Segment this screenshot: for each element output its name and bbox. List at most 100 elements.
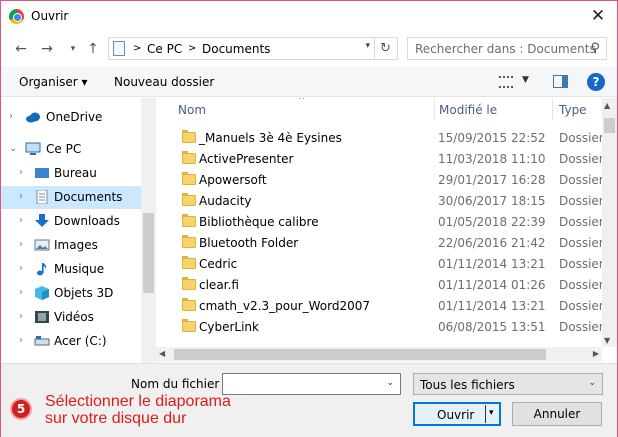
window-title: Ouvrir (31, 9, 69, 23)
file-name: clear.fi (199, 278, 239, 292)
recent-locations-chevron-icon[interactable]: ▾ (63, 39, 83, 59)
expand-chevron-icon[interactable]: › (9, 111, 13, 122)
file-name: Cedric (199, 257, 238, 271)
column-divider[interactable] (434, 98, 435, 120)
sidebar-item-objets-3d[interactable]: › Objets 3D (1, 282, 141, 305)
toolbar: Organiser ▾ Nouveau dossier ▼ ? (1, 67, 617, 97)
column-header-name[interactable]: Nom (178, 103, 206, 117)
expand-chevron-icon[interactable]: › (19, 335, 23, 346)
sidebar-item-images[interactable]: › Images (1, 234, 141, 257)
navigation-pane: › OneDrive ⌄ Ce PC › Bureau › Documents … (1, 98, 156, 363)
expand-chevron-icon[interactable]: › (19, 311, 23, 322)
sidebar-item-onedrive[interactable]: › OneDrive (1, 106, 141, 129)
sidebar-item-label: Ce PC (46, 142, 82, 156)
folder-icon (182, 193, 196, 206)
file-modified: 22/06/2016 21:42 (438, 236, 546, 250)
file-modified: 01/05/2018 22:39 (438, 215, 546, 229)
back-arrow-icon[interactable]: ← (11, 39, 31, 59)
file-list-vertical-scrollbar[interactable]: ▲ ▼ (602, 98, 617, 347)
file-row[interactable]: cmath_v2.3_pour_Word2007 01/11/2014 13:21… (176, 296, 615, 317)
file-row[interactable]: ActivePresenter 11/03/2018 11:10 Dossier d (176, 149, 615, 170)
music-icon (34, 262, 50, 276)
file-row[interactable]: Audacity 30/06/2017 18:15 Dossier d (176, 191, 615, 212)
cancel-button[interactable]: Annuler (512, 402, 602, 426)
expand-chevron-icon[interactable]: › (19, 167, 23, 178)
breadcrumb-documents[interactable]: Documents (202, 42, 270, 56)
expand-chevron-icon[interactable]: › (19, 263, 23, 274)
refresh-icon[interactable]: ↻ (374, 38, 396, 59)
file-list-horizontal-scrollbar[interactable]: ◀ ▶ (156, 347, 602, 362)
vertical-scrollbar-thumb[interactable] (604, 118, 615, 133)
address-bar[interactable]: > Ce PC > Documents ▾ ↻ (108, 37, 398, 60)
sidebar-item-label: Bureau (54, 166, 97, 180)
horizontal-scrollbar-thumb[interactable] (174, 349, 546, 360)
folder-icon (182, 130, 196, 143)
sidebar-item-label: OneDrive (46, 110, 103, 124)
file-type-filter-select[interactable]: Tous les fichiers ⌄ (413, 373, 603, 395)
open-options-chevron-icon[interactable]: ▾ (489, 408, 494, 418)
sidebar-item-bureau[interactable]: › Bureau (1, 162, 141, 185)
search-icon: ⚲ (590, 41, 600, 56)
scroll-up-arrow-icon[interactable]: ▲ (604, 101, 610, 110)
breadcrumb-ce-pc[interactable]: Ce PC (147, 42, 182, 56)
expand-chevron-icon[interactable]: › (19, 215, 23, 226)
collapse-chevron-icon[interactable]: ⌄ (9, 143, 17, 154)
sidebar-item-acer-c[interactable]: › Acer (C:) (1, 330, 141, 353)
file-name: _Manuels 3è 4è Eysines (199, 131, 342, 145)
file-row[interactable]: Cedric 01/11/2014 13:21 Dossier d (176, 254, 615, 275)
sidebar-scrollbar[interactable] (141, 98, 156, 363)
address-dropdown-chevron-icon[interactable]: ▾ (365, 41, 370, 51)
organize-menu-button[interactable]: Organiser ▾ (19, 75, 87, 89)
breadcrumb-separator: > (188, 43, 197, 54)
file-row[interactable]: Bibliothèque calibre 01/05/2018 22:39 Doss… (176, 212, 615, 233)
preview-pane-icon[interactable] (553, 75, 568, 88)
sidebar-item-documents[interactable]: › Documents (1, 186, 141, 209)
folder-icon (182, 298, 196, 311)
file-modified: 15/09/2015 22:52 (438, 131, 546, 145)
search-input[interactable]: Rechercher dans : Documents ⚲ (407, 37, 607, 60)
view-options-icon[interactable] (499, 76, 513, 88)
documents-icon (34, 189, 50, 205)
file-row[interactable]: _Manuels 3è 4è Eysines 15/09/2015 22:52 Do… (176, 128, 615, 149)
sidebar-scrollbar-thumb[interactable] (143, 213, 154, 293)
video-icon (34, 310, 50, 324)
file-name: Bibliothèque calibre (199, 215, 319, 229)
column-divider[interactable] (552, 98, 553, 120)
help-icon[interactable]: ? (587, 73, 605, 91)
file-name: Bluetooth Folder (199, 236, 299, 250)
scroll-left-arrow-icon[interactable]: ◀ (159, 349, 165, 358)
sidebar-item-label: Images (54, 238, 98, 252)
expand-chevron-icon[interactable]: › (19, 191, 23, 202)
sidebar-item-musique[interactable]: › Musique (1, 258, 141, 281)
sidebar-item-ce-pc[interactable]: ⌄ Ce PC (1, 138, 141, 161)
folder-icon (182, 151, 196, 164)
file-row[interactable]: CyberLink 06/08/2015 13:51 Dossier d (176, 317, 615, 338)
sidebar-item-label: Objets 3D (54, 286, 114, 300)
up-arrow-icon[interactable]: ↑ (83, 39, 103, 59)
filename-input[interactable]: ⌄ (222, 373, 401, 395)
file-row[interactable]: Apowersoft 29/01/2017 16:28 Dossier d (176, 170, 615, 191)
sidebar-item-videos[interactable]: › Vidéos (1, 306, 141, 329)
new-folder-button[interactable]: Nouveau dossier (114, 75, 214, 89)
expand-chevron-icon[interactable]: › (19, 287, 23, 298)
sidebar-item-label: Documents (54, 190, 123, 204)
scroll-down-arrow-icon[interactable]: ▼ (604, 336, 610, 345)
file-row[interactable]: clear.fi 01/11/2014 01:26 Dossier d (176, 275, 615, 296)
sidebar-item-label: Vidéos (54, 310, 94, 324)
close-button[interactable]: ✕ (585, 3, 611, 29)
sidebar-item-downloads[interactable]: › Downloads (1, 210, 141, 233)
scroll-right-arrow-icon[interactable]: ▶ (593, 349, 599, 358)
folder-icon (182, 235, 196, 248)
filter-dropdown-chevron-icon[interactable]: ⌄ (588, 378, 596, 388)
column-header-type[interactable]: Type (559, 103, 587, 117)
documents-folder-icon (113, 41, 125, 56)
file-row[interactable]: Bluetooth Folder 22/06/2016 21:42 Dossier … (176, 233, 615, 254)
forward-arrow-icon[interactable]: → (37, 39, 57, 59)
file-name: cmath_v2.3_pour_Word2007 (199, 299, 371, 313)
open-button[interactable]: Ouvrir ▾ (413, 402, 501, 426)
sidebar-item-label: Acer (C:) (54, 334, 107, 348)
filename-dropdown-chevron-icon[interactable]: ⌄ (386, 378, 394, 388)
view-dropdown-chevron-icon[interactable]: ▼ (522, 75, 529, 85)
column-header-modified[interactable]: Modifié le (439, 103, 497, 117)
expand-chevron-icon[interactable]: › (19, 239, 23, 250)
